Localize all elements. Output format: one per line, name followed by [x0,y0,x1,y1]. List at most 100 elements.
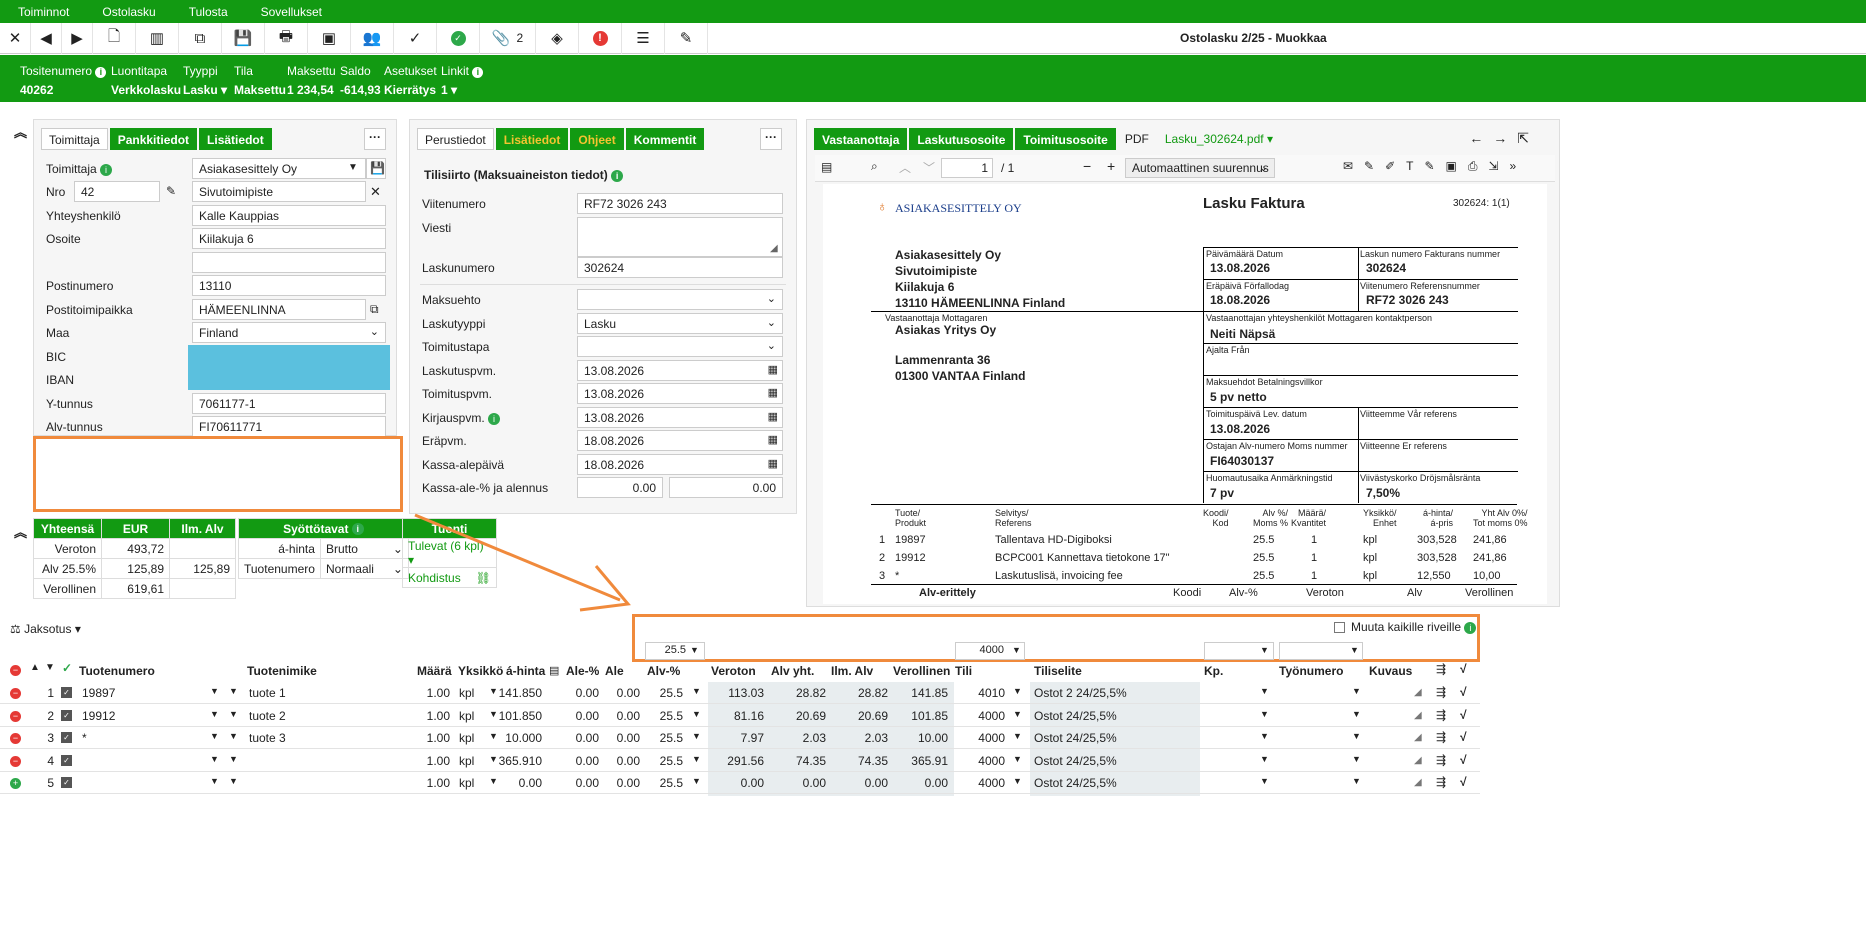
page-down-icon[interactable]: ﹀ [923,159,935,176]
product-name-cell[interactable]: tuote 2 [249,709,286,723]
barcode-icon[interactable]: ▥ [136,22,179,54]
indent-icon[interactable]: ⇶ [1436,662,1446,676]
invoice-type-select[interactable]: Lasku ⌄ [577,313,783,334]
contact-input[interactable]: Kalle Kauppias [192,205,386,226]
unit-cell[interactable]: kpl [459,776,474,790]
grid-cell[interactable]: 74.35 [796,754,826,768]
grid-cell[interactable]: 25.5 [660,709,683,723]
resize-icon[interactable]: ◢ [1414,777,1422,788]
more-icon[interactable]: ··· [760,128,782,150]
row-checkbox[interactable]: ✓ [61,732,72,743]
chevron-down-icon[interactable]: ▼ [489,776,498,786]
indent-icon[interactable]: ⇶ [1436,730,1446,744]
grid-cell[interactable]: 25.5 [660,754,683,768]
chevron-down-icon[interactable]: ▼ [348,162,358,173]
collapse-icon[interactable]: ︽ [14,122,27,141]
grid-cell[interactable]: 0.00 [576,686,599,700]
posting-date-input[interactable]: 13.08.2026 ▦ [577,407,783,428]
delivery-method-select[interactable]: ⌄ [577,336,783,357]
grid-cell[interactable]: 25.5 [660,731,683,745]
pdf-tools-icons[interactable]: ✉✎✐T✎▣⎙⇲» [1343,159,1527,174]
chevron-down-icon[interactable]: ▼ [1352,731,1361,741]
chevron-down-icon[interactable]: ▼ [1013,776,1022,786]
sort-icon[interactable]: ▲ [30,662,40,673]
price-mode-select[interactable]: Brutto ⌄ [319,538,409,559]
chevron-down-icon[interactable]: ▼ [229,776,238,786]
sqrt-icon[interactable]: √ [1460,775,1467,789]
grid-cell[interactable]: 74.35 [858,754,888,768]
chevron-down-icon[interactable]: ▼ [229,754,238,764]
page-up-icon[interactable]: ︿ [899,159,911,176]
chevron-down-icon[interactable]: ▼ [229,709,238,719]
add-row-icon[interactable]: + [10,778,21,789]
supplier-name2-input[interactable]: Sivutoimipiste [192,181,366,202]
row-checkbox[interactable]: ✓ [61,754,72,766]
grid-cell[interactable]: 10.00 [918,731,948,745]
grid-cell[interactable]: 365.91 [911,754,948,768]
pdf-file-select[interactable]: Lasku_302624.pdf ▾ [1158,128,1280,150]
tab-vastaanottaja[interactable]: Vastaanottaja [814,128,908,150]
more-icon[interactable]: ··· [364,128,386,150]
pdf-nav-icons[interactable]: ←→⇱ [1469,130,1539,147]
indent-icon[interactable]: ⇶ [1436,775,1446,789]
attachment-button[interactable]: 📎 2 [480,22,536,54]
indent-icon[interactable]: ⇶ [1436,708,1446,722]
business-id-input[interactable]: 7061177-1 [192,393,386,414]
remove-row-icon[interactable]: − [10,710,21,722]
chevron-down-icon[interactable]: ▼ [1260,686,1269,696]
clear-icon[interactable]: ✕ [370,184,381,200]
grid-cell[interactable]: 4000 [978,754,1005,768]
chevron-down-icon[interactable]: ▼ [210,686,219,696]
grid-cell[interactable]: 0.00 [576,776,599,790]
grid-cell[interactable]: 0.00 [617,709,640,723]
chevron-down-icon[interactable]: ▼ [489,754,498,764]
product-number-cell[interactable]: 19897 [82,686,115,700]
zoom-select[interactable]: Automaattinen suurennus ⌄ [1125,158,1275,178]
supplier-number-input[interactable]: 42 [74,181,160,202]
grid-cell[interactable]: 0.00 [617,776,640,790]
grid-cell[interactable]: 0.00 [865,776,888,790]
chevron-down-icon[interactable]: ▼ [692,754,701,764]
grid-cell[interactable]: 7.97 [741,731,764,745]
chevron-down-icon[interactable]: ▼ [692,776,701,786]
chevron-down-icon[interactable]: ▼ [1013,709,1022,719]
chevron-down-icon[interactable]: ▼ [692,731,701,741]
grid-cell[interactable]: 0.00 [576,731,599,745]
grid-cell[interactable]: 4000 [978,731,1005,745]
zoom-in-icon[interactable]: + [1107,158,1115,174]
tab-perustiedot[interactable]: Perustiedot [417,128,494,150]
remove-row-icon[interactable]: − [10,733,21,744]
stamp-icon[interactable]: ◈ [536,22,579,54]
chevron-down-icon[interactable]: ▼ [489,731,498,741]
collapse-icon[interactable]: ︽ [14,522,27,541]
vat-id-input[interactable]: FI70611771 [192,416,386,437]
grid-cell[interactable]: 1.00 [427,709,450,723]
reference-input[interactable]: RF72 3026 243 [577,193,783,214]
grid-cell[interactable]: 0.00 [741,776,764,790]
payment-terms-select[interactable]: ⌄ [577,289,783,310]
chevron-down-icon[interactable]: ▼ [1260,754,1269,764]
sqrt-icon[interactable]: √ [1460,662,1467,676]
info-asetukset[interactable]: Asetukset Kierrätys [384,64,437,97]
city-input[interactable]: HÄMEENLINNA [192,299,366,320]
search-icon[interactable]: ⌕ [871,159,878,174]
sqrt-icon[interactable]: √ [1460,730,1467,744]
grid-cell[interactable]: 141.850 [499,686,542,700]
chevron-down-icon[interactable]: ▼ [1260,731,1269,741]
grid-cell[interactable]: 1.00 [427,686,450,700]
next-icon[interactable]: ▶ [62,22,93,54]
check-all-icon[interactable]: ✓ [62,661,72,675]
grid-cell[interactable]: 0.00 [617,754,640,768]
sqrt-icon[interactable]: √ [1460,753,1467,767]
tab-kommentit[interactable]: Kommentit [625,128,705,150]
postal-code-input[interactable]: 13110 [192,275,386,296]
tab-toimittaja[interactable]: Toimittaja [41,128,108,150]
product-number-cell[interactable]: * [82,731,87,745]
chevron-down-icon[interactable]: ▼ [1352,686,1361,696]
grid-cell[interactable]: 1.00 [427,754,450,768]
grid-cell[interactable]: 1.00 [427,731,450,745]
prev-icon[interactable]: ◀ [31,22,62,54]
menu-ostolasku[interactable]: Ostolasku [102,5,155,19]
info-tyyppi[interactable]: Tyyppi Lasku ▾ [183,64,227,97]
chevron-down-icon[interactable]: ▼ [489,686,498,696]
